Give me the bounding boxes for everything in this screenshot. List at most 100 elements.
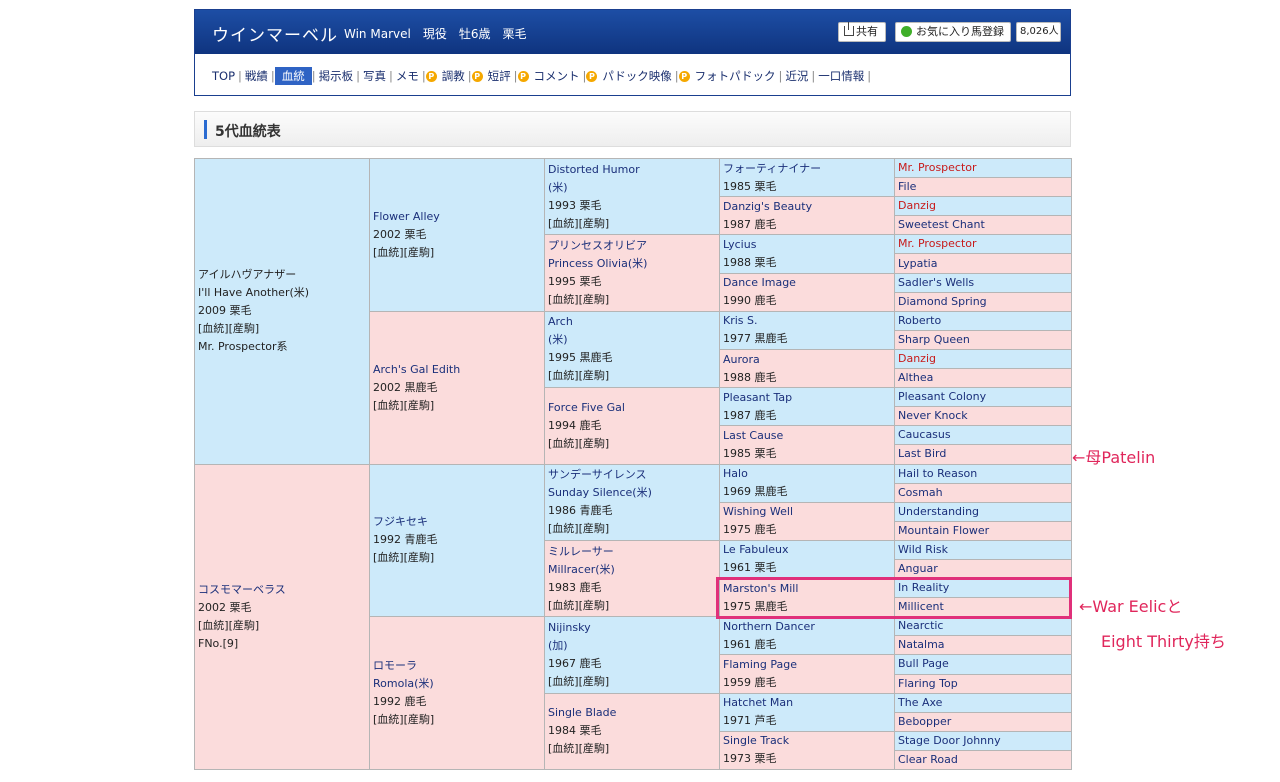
pedigree-links[interactable]: [血統][産駒]	[548, 597, 716, 615]
ancestor-name-link[interactable]: Bull Page	[898, 657, 949, 670]
ancestor-name-link[interactable]: Millracer(米)	[548, 561, 716, 579]
nav-link[interactable]: 掲示板	[316, 69, 357, 83]
ancestor-name-link[interactable]: File	[898, 180, 916, 193]
ancestor-name-link[interactable]: Nearctic	[898, 619, 943, 632]
nav-link[interactable]: メモ	[393, 69, 422, 83]
ancestor-name-link[interactable]: Lypatia	[898, 257, 937, 270]
pedigree-links[interactable]: [血統][産駒]	[548, 740, 716, 758]
ancestor-name-link[interactable]: Kris S.	[723, 312, 891, 330]
pedigree-links[interactable]: [血統][産駒]	[548, 215, 716, 233]
ancestor-name-link[interactable]: Never Knock	[898, 409, 968, 422]
pedigree-g5-cell: Last Bird	[894, 444, 1072, 465]
ancestor-name-link[interactable]: Cosmah	[898, 486, 943, 499]
ancestor-name-link[interactable]: Princess Olivia(米)	[548, 255, 716, 273]
ancestor-name-link[interactable]: Understanding	[898, 505, 979, 518]
pedigree-links[interactable]: [血統][産駒]	[373, 711, 541, 729]
ancestor-name-link[interactable]: Bebopper	[898, 715, 951, 728]
ancestor-name-link[interactable]: Hatchet Man	[723, 694, 891, 712]
nav-link[interactable]: 血統	[274, 67, 312, 85]
ancestor-name-link[interactable]: (加)	[548, 637, 716, 655]
ancestor-name-link[interactable]: コスモマーベラス	[198, 581, 366, 599]
ancestor-name-link[interactable]: Wishing Well	[723, 503, 891, 521]
ancestor-name-link[interactable]: Romola(米)	[373, 675, 541, 693]
pedigree-g4-cell: フォーティナイナー 1985 栗毛	[719, 157, 895, 198]
ancestor-name-link[interactable]: Anguar	[898, 562, 938, 575]
ancestor-name-link[interactable]: Distorted Humor	[548, 161, 716, 179]
ancestor-name-link[interactable]: Wild Risk	[898, 543, 948, 556]
pedigree-g3-cell: プリンセスオリビア Princess Olivia(米) 1995 栗毛 [血統][産…	[544, 234, 720, 312]
ancestor-name-link[interactable]: Dance Image	[723, 274, 891, 292]
ancestor-name-link[interactable]: Pleasant Colony	[898, 390, 986, 403]
pedigree-links[interactable]: [血統][産駒]	[198, 617, 366, 635]
ancestor-name-link[interactable]: The Axe	[898, 696, 942, 709]
ancestor-name-link[interactable]: Force Five Gal	[548, 399, 716, 417]
pedigree-links[interactable]: [血統][産駒]	[373, 397, 541, 415]
ancestor-name-link[interactable]: Nijinsky	[548, 619, 716, 637]
ancestor-name-link[interactable]: Danzig's Beauty	[723, 198, 891, 216]
ancestor-name-link[interactable]: Diamond Spring	[898, 295, 987, 308]
ancestor-name-link[interactable]: Hail to Reason	[898, 467, 977, 480]
pedigree-links[interactable]: [血統][産駒]	[373, 549, 541, 567]
ancestor-name-link[interactable]: Halo	[723, 465, 891, 483]
ancestor-name-link[interactable]: Last Cause	[723, 427, 891, 445]
nav-link[interactable]: パドック映像	[599, 69, 674, 83]
ancestor-name-link[interactable]: Danzig	[898, 199, 936, 212]
nav-link[interactable]: TOP	[209, 69, 238, 83]
ancestor-name-link[interactable]: プリンセスオリビア	[548, 237, 716, 255]
ancestor-name-link[interactable]: Flaming Page	[723, 656, 891, 674]
ancestor-name-link[interactable]: Stage Door Johnny	[898, 734, 1001, 747]
ancestor-name-link[interactable]: サンデーサイレンス	[548, 466, 716, 484]
share-button[interactable]: 共有	[838, 22, 886, 42]
horse-header: ウインマーベル Win Marvel 現役 牡6歳 栗毛 共有 お気に入り馬登録…	[194, 9, 1071, 96]
ancestor-name-link[interactable]: フジキセキ	[373, 513, 541, 531]
ancestor-name-link[interactable]: アイルハヴアナザー	[198, 266, 366, 284]
nav-link[interactable]: 短評	[485, 69, 514, 83]
ancestor-name-link[interactable]: Sadler's Wells	[898, 276, 974, 289]
ancestor-name-link[interactable]: Mr. Prospector	[898, 237, 977, 250]
ancestor-name-link[interactable]: Single Blade	[548, 704, 716, 722]
pedigree-links[interactable]: [血統][産駒]	[198, 320, 366, 338]
ancestor-name-link[interactable]: フォーティナイナー	[723, 160, 891, 178]
ancestor-name-link[interactable]: Caucasus	[898, 428, 951, 441]
ancestor-name-link[interactable]: Mr. Prospector	[898, 161, 977, 174]
pedigree-links[interactable]: [血統][産駒]	[548, 520, 716, 538]
ancestor-name-link[interactable]: Roberto	[898, 314, 941, 327]
ancestor-name-link[interactable]: Flaring Top	[898, 677, 958, 690]
ancestor-name-link[interactable]: ロモーラ	[373, 657, 541, 675]
ancestor-name-link[interactable]: Clear Road	[898, 753, 958, 766]
ancestor-name-link[interactable]: Pleasant Tap	[723, 389, 891, 407]
ancestor-name-link[interactable]: Flower Alley	[373, 208, 541, 226]
nav-link[interactable]: コメント	[531, 69, 583, 83]
ancestor-name-link[interactable]: (米)	[548, 331, 716, 349]
nav-link[interactable]: 調教	[439, 69, 468, 83]
ancestor-name-link[interactable]: Northern Dancer	[723, 618, 891, 636]
ancestor-name-link[interactable]: Sunday Silence(米)	[548, 484, 716, 502]
ancestor-name-link[interactable]: Mountain Flower	[898, 524, 989, 537]
ancestor-name-link[interactable]: Aurora	[723, 351, 891, 369]
nav-link[interactable]: 一口情報	[815, 69, 867, 83]
pedigree-links[interactable]: [血統][産駒]	[548, 673, 716, 691]
nav-link[interactable]: 写真	[360, 69, 389, 83]
pedigree-links[interactable]: [血統][産駒]	[548, 435, 716, 453]
ancestor-name-link[interactable]: Sharp Queen	[898, 333, 970, 346]
ancestor-name-link[interactable]: Sweetest Chant	[898, 218, 985, 231]
ancestor-name-link[interactable]: Natalma	[898, 638, 945, 651]
pedigree-links[interactable]: [血統][産駒]	[548, 367, 716, 385]
pedigree-links[interactable]: [血統][産駒]	[548, 291, 716, 309]
nav-link[interactable]: 近況	[782, 69, 811, 83]
ancestor-name-link[interactable]: ミルレーサー	[548, 543, 716, 561]
ancestor-name-link[interactable]: Danzig	[898, 352, 936, 365]
ancestor-name-link[interactable]: Arch's Gal Edith	[373, 361, 541, 379]
ancestor-name-link[interactable]: Single Track	[723, 732, 891, 750]
nav-link[interactable]: フォトパドック	[692, 69, 779, 83]
ancestor-name-link[interactable]: Arch	[548, 313, 716, 331]
ancestor-name-link[interactable]: I'll Have Another(米)	[198, 284, 366, 302]
pedigree-links[interactable]: [血統][産駒]	[373, 244, 541, 262]
ancestor-name-link[interactable]: Le Fabuleux	[723, 541, 891, 559]
nav-link[interactable]: 戦績	[242, 69, 271, 83]
ancestor-name-link[interactable]: Last Bird	[898, 447, 946, 460]
ancestor-name-link[interactable]: Lycius	[723, 236, 891, 254]
favorite-horse-button[interactable]: お気に入り馬登録	[895, 22, 1011, 42]
ancestor-name-link[interactable]: Althea	[898, 371, 933, 384]
ancestor-name-link[interactable]: (米)	[548, 179, 716, 197]
